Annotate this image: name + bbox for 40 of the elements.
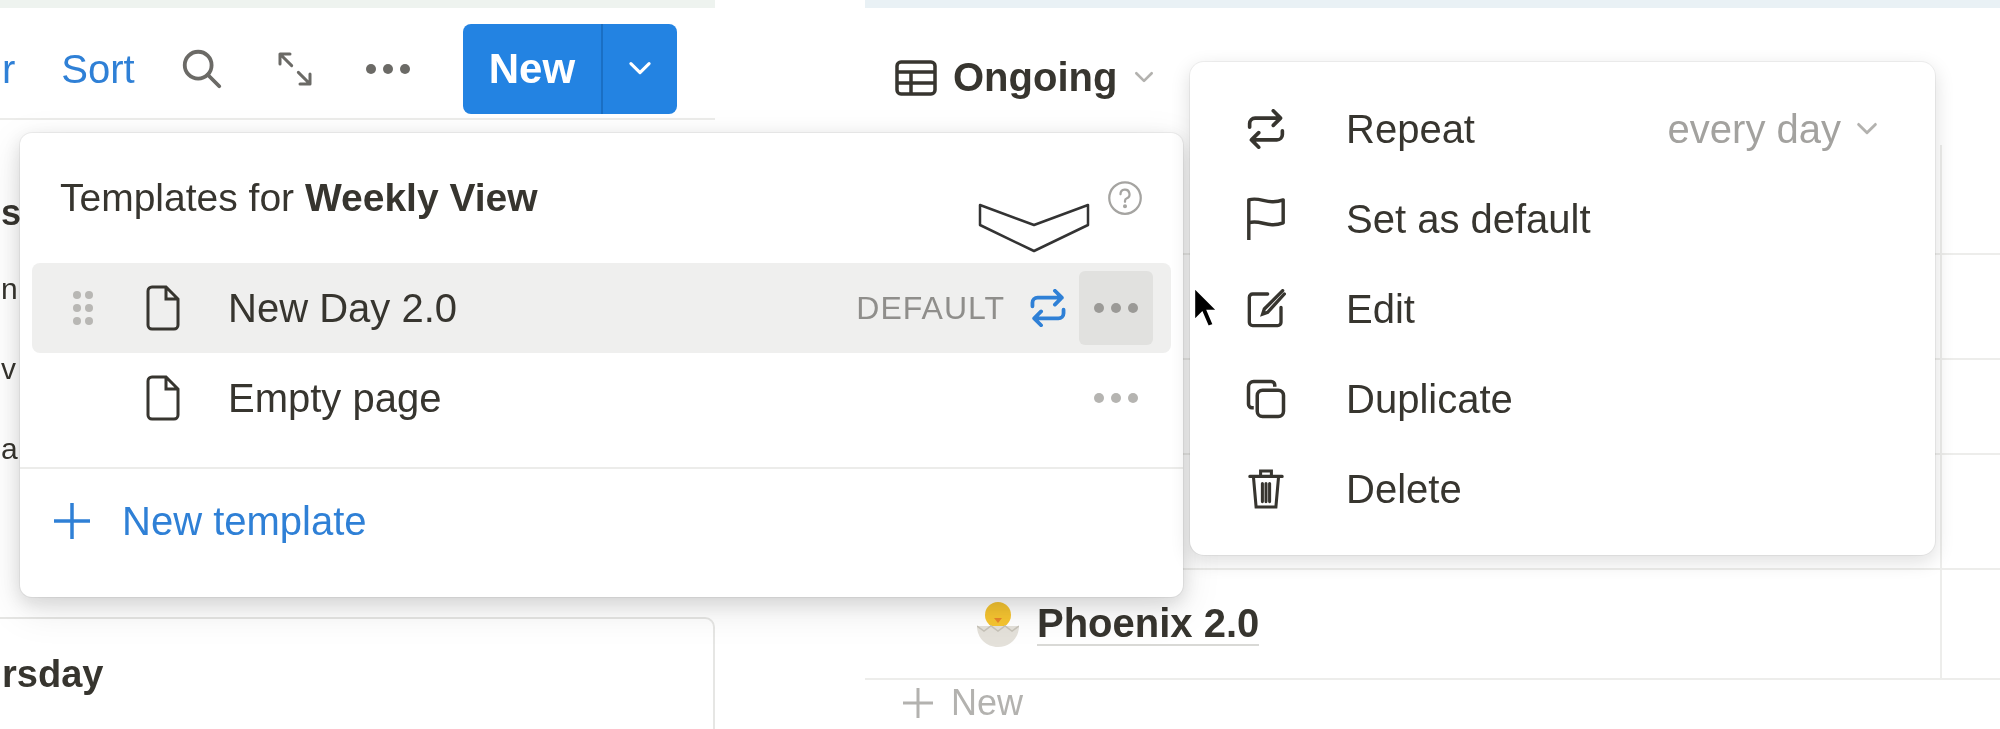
view-name[interactable]: Ongoing (953, 55, 1118, 100)
menu-item[interactable]: Repeat every day (1202, 84, 1923, 174)
more-icon[interactable] (364, 63, 411, 75)
new-button[interactable]: New (462, 24, 678, 114)
new-template-button[interactable]: New template (20, 469, 1183, 573)
template-name: New Day 2.0 (228, 285, 458, 331)
template-item[interactable]: Empty page (32, 353, 1171, 443)
menu-item[interactable]: Set as default (1202, 174, 1923, 264)
page-icon (144, 375, 180, 421)
drag-handle-icon[interactable] (72, 290, 94, 326)
text-fragment: v (1, 352, 16, 387)
popup-title: Templates for Weekly View (60, 176, 538, 220)
card-title: rsday (2, 652, 104, 696)
template-name: Empty page (228, 375, 443, 421)
more-button[interactable] (1079, 271, 1153, 345)
page-icon (144, 285, 180, 331)
caret-icon (627, 61, 654, 77)
help-icon[interactable] (1107, 180, 1143, 216)
chick-icon (977, 601, 1019, 647)
trash-icon (1248, 467, 1284, 511)
caret-icon (1133, 70, 1156, 85)
template-item[interactable]: New Day 2.0 DEFAULT (32, 263, 1171, 353)
plus-icon (52, 501, 92, 541)
duplicate-icon (1245, 378, 1287, 420)
row-title[interactable]: Phoenix 2.0 (1037, 602, 1260, 646)
default-label: DEFAULT (856, 289, 1005, 327)
filter-link[interactable]: r (2, 46, 16, 92)
menu-item[interactable]: Duplicate (1202, 354, 1923, 444)
menu-item[interactable]: Delete (1202, 444, 1923, 534)
flag-icon (1245, 196, 1287, 242)
chevron-icon (978, 203, 1090, 253)
edit-icon (1246, 289, 1286, 329)
text-fragment: s (1, 192, 22, 232)
table-icon (895, 59, 937, 96)
caret-icon (1855, 121, 1879, 137)
sort-link[interactable]: Sort (61, 46, 135, 92)
plus-icon (901, 686, 935, 720)
text-fragment: n (1, 272, 18, 307)
text-fragment: a (1, 432, 18, 467)
menu-item[interactable]: Edit (1202, 264, 1923, 354)
